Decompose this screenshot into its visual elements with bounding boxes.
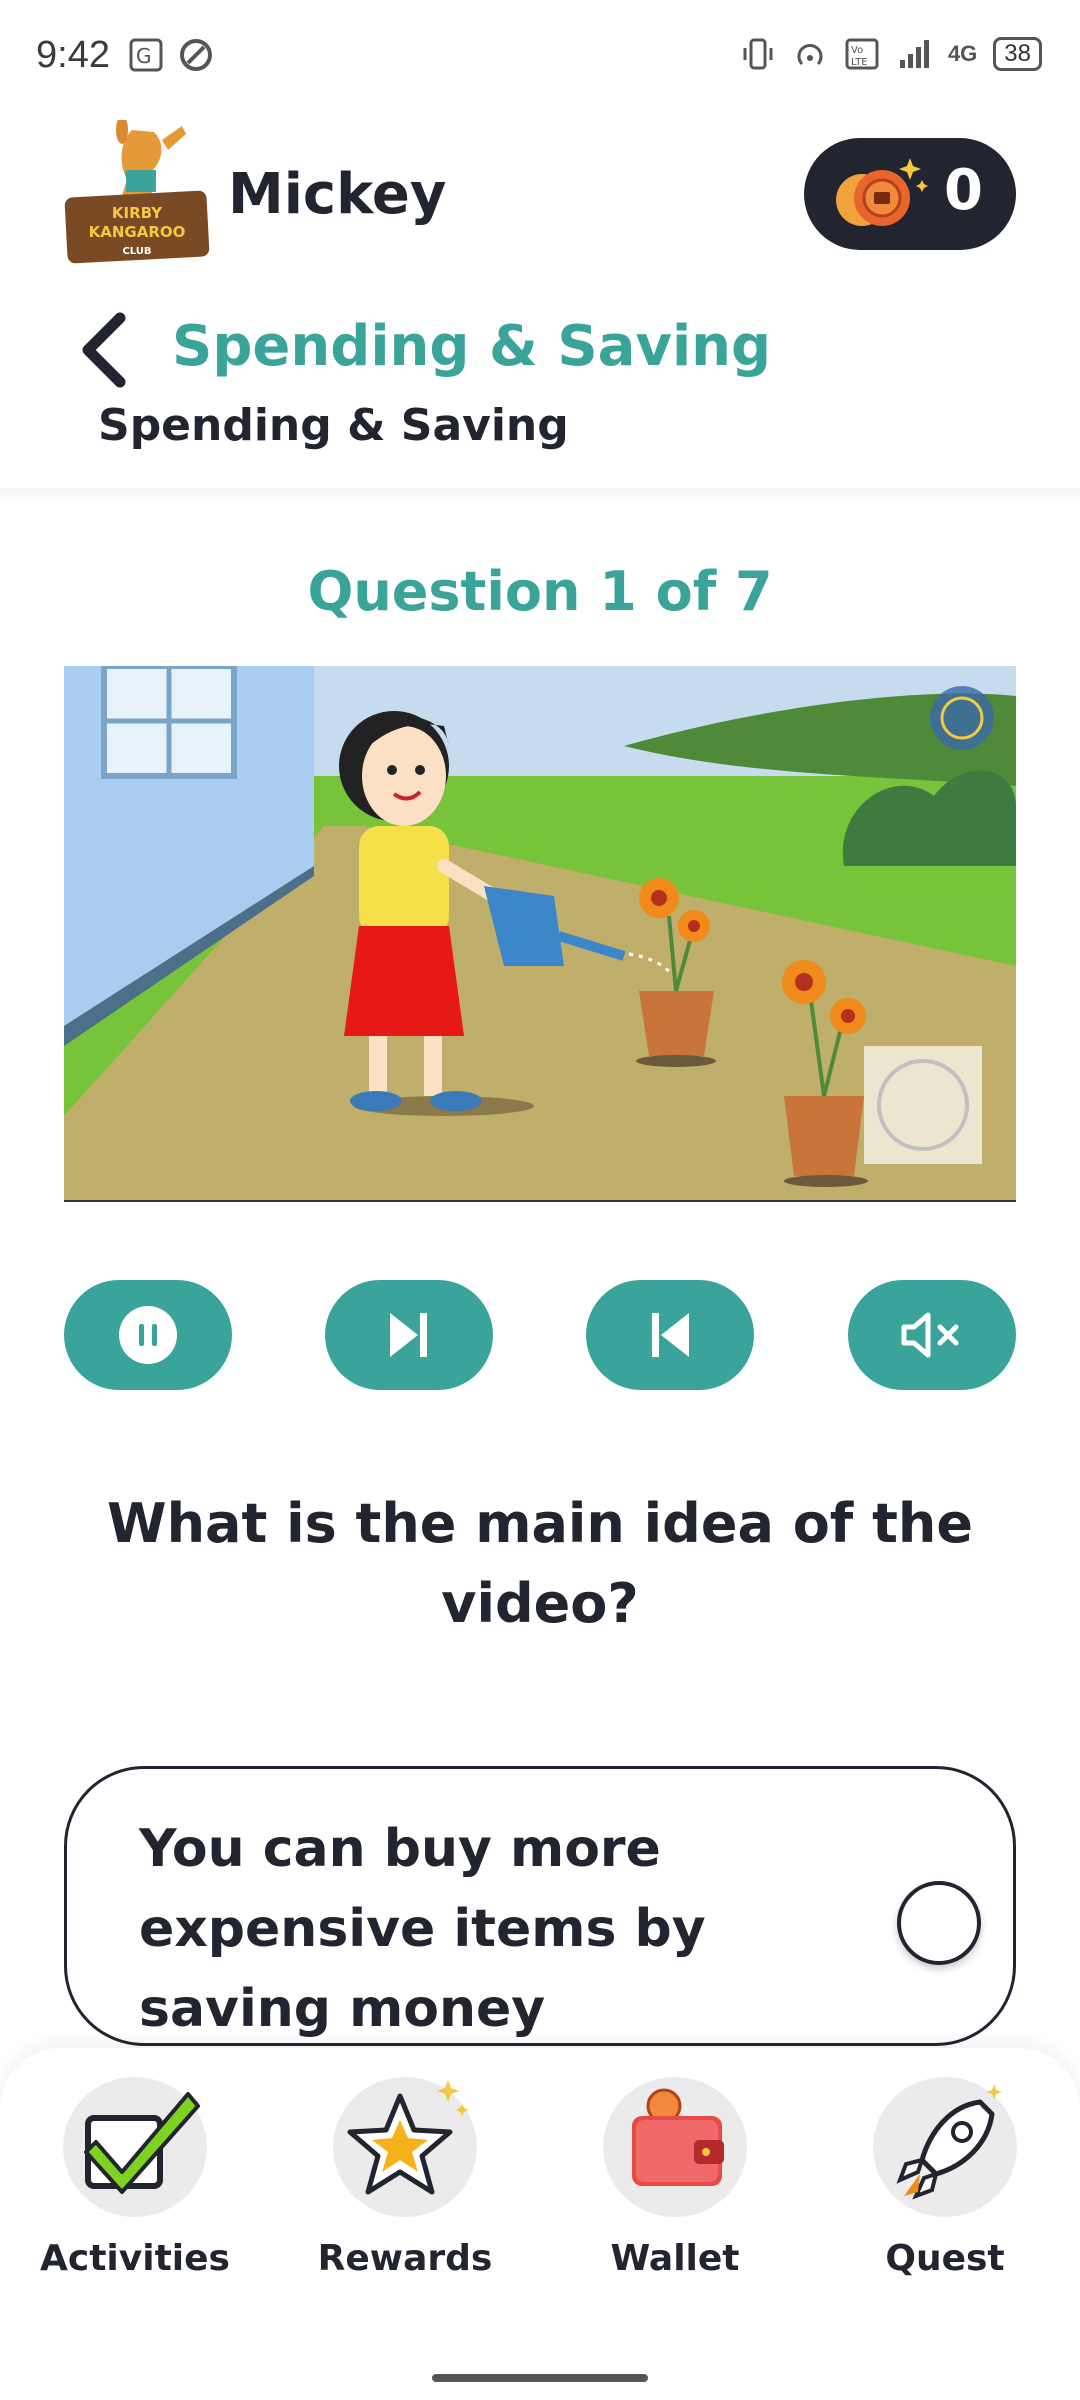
hotspot-icon (797, 44, 823, 66)
status-time: 9:42 (36, 33, 110, 76)
coins-icon (836, 158, 928, 226)
skip-previous-icon (652, 1313, 689, 1357)
nav-label-rewards: Rewards (317, 2238, 493, 2279)
section-title: Spending & Saving (172, 314, 772, 379)
section-subtitle: Spending & Saving (98, 400, 569, 451)
coin-balance-pill[interactable]: 0 (804, 138, 1016, 250)
pause-icon (119, 1306, 177, 1364)
vibrate-icon (743, 38, 773, 70)
battery-icon: 38 (993, 37, 1042, 71)
bottom-nav: Activities Rewards Wallet Quest (0, 2048, 1080, 2400)
video-controls (64, 1280, 1016, 1390)
svg-text:LTE: LTE (851, 57, 868, 68)
answer-option-text: You can buy more expensive items by savi… (139, 1819, 706, 2039)
kirby-kangaroo-logo: KIRBY KANGAROO CLUB (64, 120, 210, 264)
logo-text-3: CLUB (122, 246, 151, 257)
rocket-icon (873, 2077, 1017, 2217)
signal-icon (899, 40, 929, 68)
next-button[interactable] (325, 1280, 493, 1390)
network-label: 4G (947, 41, 978, 66)
question-counter: Question 1 of 7 (307, 560, 773, 623)
wallet-icon (603, 2077, 747, 2217)
previous-button[interactable] (586, 1280, 754, 1390)
logo-text-1: KIRBY (112, 204, 163, 222)
answer-radio[interactable] (897, 1881, 981, 1965)
answer-option[interactable]: You can buy more expensive items by savi… (64, 1766, 1016, 2046)
skip-next-icon (390, 1313, 427, 1357)
video-frame (64, 666, 1016, 1200)
volte-icon: VoLTE (845, 38, 879, 70)
data-saver-icon (179, 39, 212, 71)
status-bar: 9:42 G Vo LTE 4G 38 (0, 0, 1080, 110)
logo-text-2: KANGAROO (89, 223, 186, 241)
nav-item-quest[interactable]: Quest (830, 2072, 1060, 2312)
status-left-icons: G (128, 37, 214, 73)
coin-count: 0 (944, 158, 983, 223)
question-text: What is the main idea of the video? (107, 1492, 973, 1635)
star-icon (333, 2077, 477, 2217)
back-button[interactable] (76, 310, 132, 390)
video-player[interactable] (64, 666, 1016, 1202)
home-indicator[interactable] (432, 2374, 648, 2382)
user-name: Mickey (228, 162, 447, 227)
svg-text:Vo: Vo (851, 45, 863, 56)
checkbox-icon (63, 2077, 207, 2217)
nav-label-activities: Activities (40, 2238, 230, 2279)
header-divider (0, 488, 1080, 502)
nav-item-activities[interactable]: Activities (20, 2072, 250, 2312)
translate-icon: G (129, 38, 163, 72)
status-right-icons: Vo LTE 4G 38 (740, 36, 1042, 72)
volume-off-icon (901, 1312, 959, 1358)
mute-button[interactable] (848, 1280, 1016, 1390)
nav-item-wallet[interactable]: Wallet (560, 2072, 790, 2312)
nav-label-wallet: Wallet (610, 2238, 740, 2279)
header: KIRBY KANGAROO CLUB Mickey 0 Spending & … (0, 110, 1080, 502)
nav-label-quest: Quest (885, 2238, 1005, 2279)
pause-button[interactable] (64, 1280, 232, 1390)
nav-item-rewards[interactable]: Rewards (290, 2072, 520, 2312)
svg-text:G: G (136, 44, 152, 68)
